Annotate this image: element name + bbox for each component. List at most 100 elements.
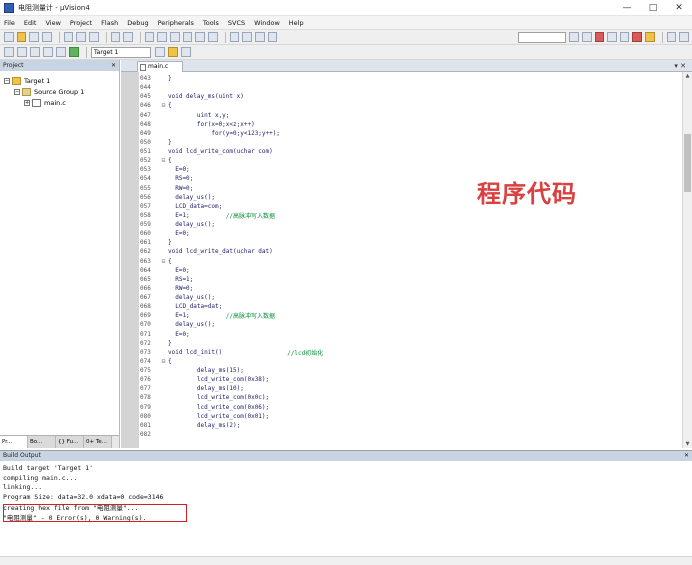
- undo-icon[interactable]: [110, 32, 121, 42]
- nav-forward-icon[interactable]: [157, 32, 168, 42]
- code-line[interactable]: 066 RW=0;: [139, 284, 682, 293]
- comment-icon[interactable]: [254, 32, 265, 42]
- code-line[interactable]: 079 lcd_write_com(0x06);: [139, 403, 682, 412]
- code-line[interactable]: 052 ⊟{: [139, 156, 682, 165]
- code-line[interactable]: 044: [139, 83, 682, 92]
- scrollbar-thumb[interactable]: [684, 134, 691, 192]
- prev-bookmark-icon[interactable]: [182, 32, 193, 42]
- panel-close-icon[interactable]: ✕: [111, 60, 116, 71]
- file-extensions-icon[interactable]: [181, 47, 191, 57]
- code-line[interactable]: 059 delay_us();: [139, 220, 682, 229]
- code-line[interactable]: 078 lcd_write_com(0x0c);: [139, 393, 682, 402]
- paste-icon[interactable]: [88, 32, 99, 42]
- code-line[interactable]: 070 delay_us();: [139, 320, 682, 329]
- open-folder-icon[interactable]: [16, 32, 27, 42]
- disable-breakpoint-icon[interactable]: [619, 32, 630, 42]
- uncomment-icon[interactable]: [267, 32, 278, 42]
- maximize-button[interactable]: □: [640, 0, 666, 16]
- code-line[interactable]: 048 for(x=0;x<z;x++): [139, 120, 682, 129]
- code-line[interactable]: 074 ⊟{: [139, 357, 682, 366]
- configure-icon[interactable]: [666, 32, 677, 42]
- code-line[interactable]: 060 E=0;: [139, 229, 682, 238]
- start-debug-icon[interactable]: [594, 32, 605, 42]
- fold-marker[interactable]: ⊟: [159, 258, 168, 265]
- code-line[interactable]: 064 E=0;: [139, 266, 682, 275]
- menu-tools[interactable]: Tools: [203, 19, 219, 27]
- code-line[interactable]: 055 RW=0;: [139, 184, 682, 193]
- code-line[interactable]: 061}: [139, 238, 682, 247]
- menu-debug[interactable]: Debug: [127, 19, 148, 27]
- code-line[interactable]: 057 LCD_data=com;: [139, 202, 682, 211]
- code-line[interactable]: 063 ⊟{: [139, 257, 682, 266]
- code-line[interactable]: 081 delay_ms(2);: [139, 421, 682, 430]
- clear-bookmarks-icon[interactable]: [208, 32, 218, 42]
- redo-icon[interactable]: [123, 32, 133, 42]
- save-all-icon[interactable]: [41, 32, 52, 42]
- next-bookmark-icon[interactable]: [195, 32, 206, 42]
- new-file-icon[interactable]: [4, 32, 14, 42]
- collapse-icon[interactable]: −: [4, 77, 10, 84]
- code-line[interactable]: 051 void lcd_write_com(uchar com): [139, 147, 682, 156]
- editor-vertical-scrollbar[interactable]: ▲ ▼: [682, 72, 692, 448]
- scroll-up-icon[interactable]: ▲: [684, 73, 691, 79]
- code-area[interactable]: 043} 044 045 void delay_ms(uint x) 046 ⊟{047 …: [139, 74, 682, 442]
- code-line[interactable]: 080 lcd_write_com(0x01);: [139, 412, 682, 421]
- rebuild-icon[interactable]: [30, 47, 40, 57]
- code-line[interactable]: 077 delay_ms(10);: [139, 384, 682, 393]
- target-select[interactable]: Target 1: [91, 46, 151, 58]
- tab-templates[interactable]: 0+ Te...: [84, 436, 112, 448]
- collapse-icon[interactable]: −: [14, 88, 20, 95]
- window-icon[interactable]: [645, 32, 655, 42]
- tools-icon[interactable]: [679, 32, 690, 42]
- menu-help[interactable]: Help: [289, 19, 304, 27]
- menu-file[interactable]: File: [4, 19, 15, 27]
- cut-icon[interactable]: [63, 32, 74, 42]
- download-icon[interactable]: [69, 47, 79, 57]
- target-options-icon[interactable]: [155, 47, 165, 57]
- menu-flash[interactable]: Flash: [101, 19, 118, 27]
- panel-close-icon[interactable]: ✕: [684, 451, 689, 461]
- manage-components-icon[interactable]: [168, 47, 178, 57]
- code-line[interactable]: 073 void lcd_init() //lcd初始化: [139, 348, 682, 357]
- code-line[interactable]: 076 lcd_write_com(0x38);: [139, 375, 682, 384]
- batch-build-icon[interactable]: [43, 47, 53, 57]
- expand-icon[interactable]: +: [24, 99, 30, 106]
- translate-icon[interactable]: [4, 47, 14, 57]
- menu-view[interactable]: View: [45, 19, 60, 27]
- breakpoint-icon[interactable]: [607, 32, 617, 42]
- tree-item-target[interactable]: − Target 1: [4, 75, 119, 86]
- fold-marker[interactable]: ⊟: [159, 102, 168, 109]
- nav-back-icon[interactable]: [144, 32, 155, 42]
- minimize-button[interactable]: —: [614, 0, 640, 16]
- code-line[interactable]: 062 void lcd_write_dat(uchar dat): [139, 247, 682, 256]
- code-line[interactable]: 056 delay_us();: [139, 193, 682, 202]
- code-line[interactable]: 069 E=1; //高脉冲写入数据: [139, 311, 682, 320]
- code-line[interactable]: 065 RS=1;: [139, 275, 682, 284]
- tab-functions[interactable]: {} Fu...: [56, 436, 84, 448]
- code-line[interactable]: 046 ⊟{: [139, 101, 682, 110]
- fold-marker[interactable]: ⊟: [159, 358, 168, 365]
- tab-close-icon[interactable]: ▾ ✕: [674, 60, 686, 72]
- build-icon[interactable]: [17, 47, 27, 57]
- find-input[interactable]: [518, 31, 567, 43]
- code-line[interactable]: 053 E=0;: [139, 165, 682, 174]
- code-line[interactable]: 072}: [139, 339, 682, 348]
- code-line[interactable]: 050}: [139, 138, 682, 147]
- menu-edit[interactable]: Edit: [24, 19, 37, 27]
- tab-project[interactable]: Pr...: [0, 436, 28, 448]
- menu-project[interactable]: Project: [70, 19, 92, 27]
- code-line[interactable]: 045 void delay_ms(uint x): [139, 92, 682, 101]
- code-line[interactable]: 075 delay_ms(15);: [139, 366, 682, 375]
- tree-item-source-group[interactable]: − Source Group 1: [4, 86, 119, 97]
- code-line[interactable]: 049 for(y=0;y<123;y++);: [139, 129, 682, 138]
- save-icon[interactable]: [29, 32, 39, 42]
- code-line[interactable]: 058 E=1; //高脉冲写入数据: [139, 211, 682, 220]
- code-line[interactable]: 082: [139, 430, 682, 439]
- build-horizontal-scrollbar[interactable]: [0, 556, 692, 565]
- stop-build-icon[interactable]: [56, 47, 66, 57]
- code-line[interactable]: 071 E=0;: [139, 330, 682, 339]
- bookmark-icon[interactable]: [170, 32, 180, 42]
- kill-breakpoints-icon[interactable]: [632, 32, 643, 42]
- code-line[interactable]: 068 LCD_data=dat;: [139, 302, 682, 311]
- code-line[interactable]: 043}: [139, 74, 682, 83]
